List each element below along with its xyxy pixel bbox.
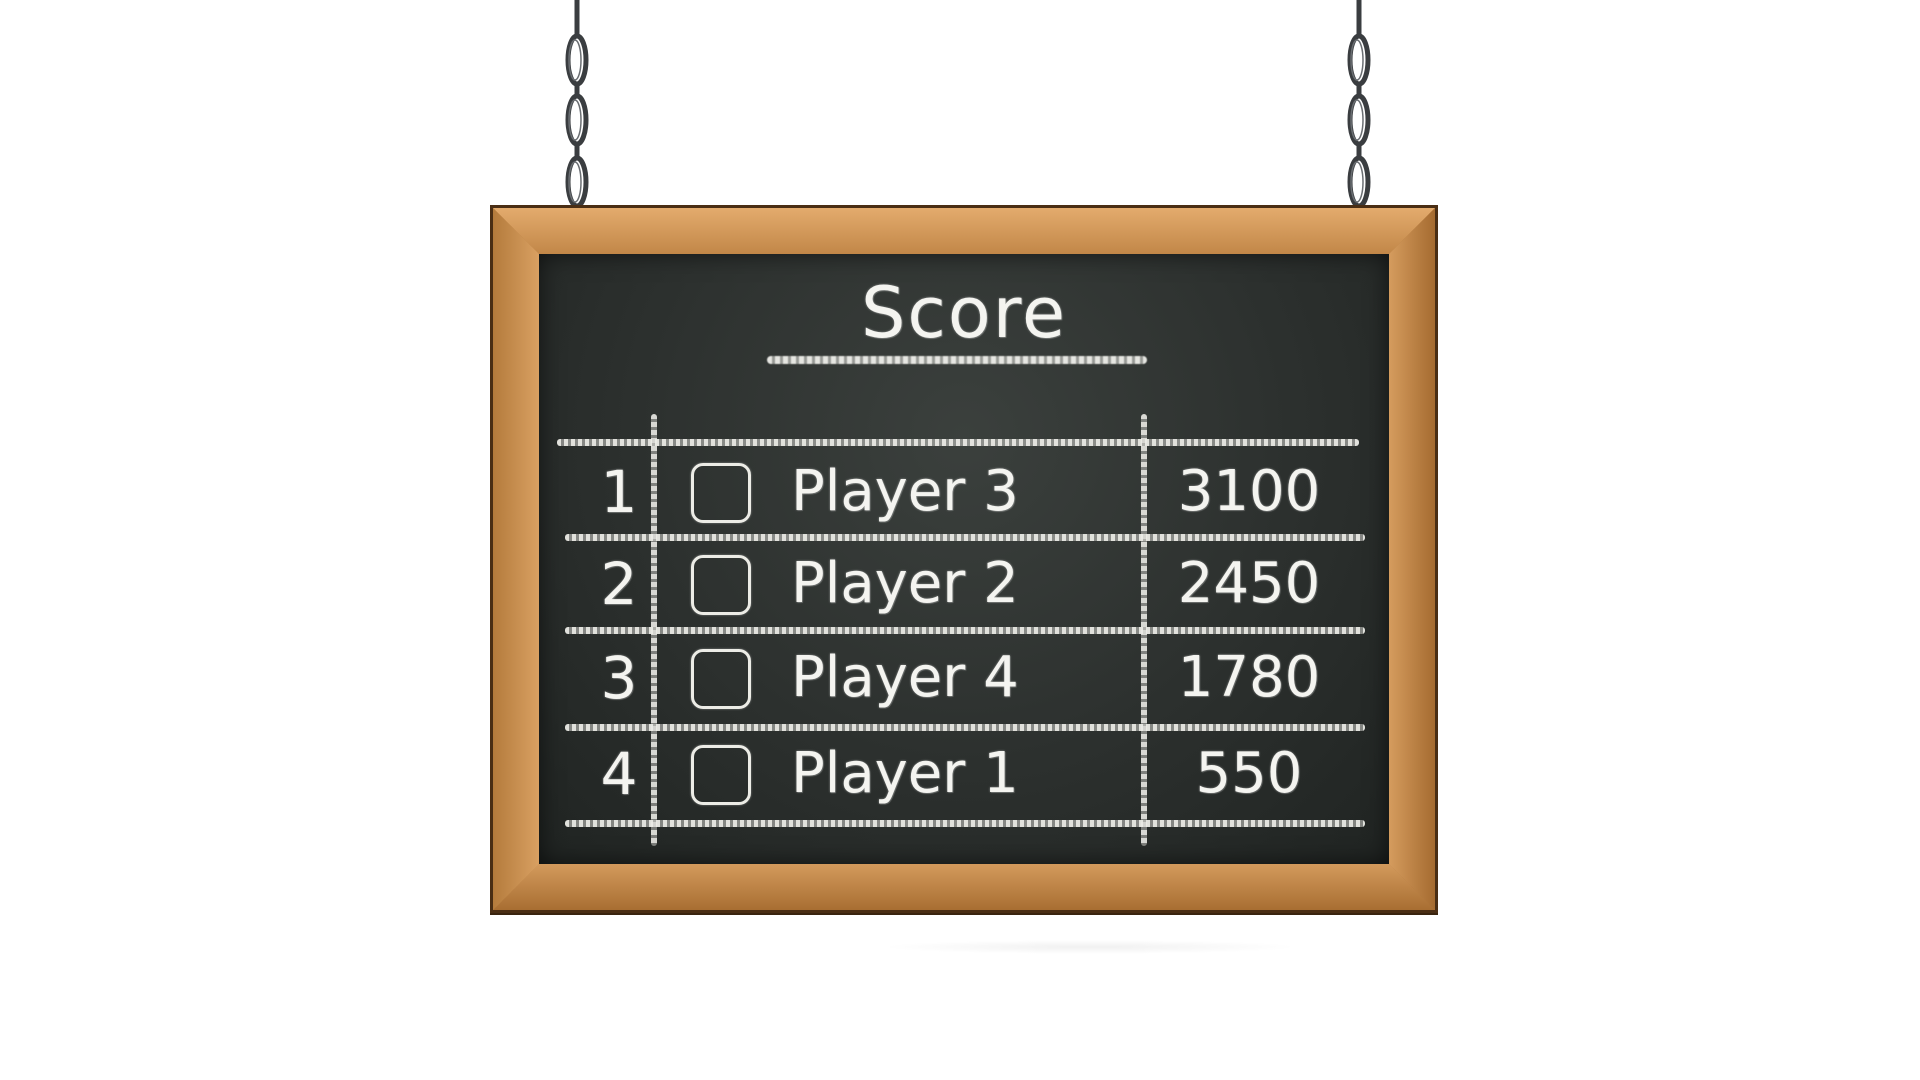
player-name: Player 1: [791, 741, 1019, 806]
player-name: Player 4: [791, 645, 1019, 710]
game-screen: Score 1 Player 3 3100 2 Player 2 2450 3 …: [0, 0, 1920, 1080]
player-score: 3100: [1177, 459, 1321, 524]
player-score: 1780: [1177, 645, 1321, 710]
frame-bevel-right: [1389, 208, 1435, 910]
rank-label: 4: [600, 740, 638, 808]
frame-bevel-left: [493, 208, 539, 910]
player-score: 550: [1195, 741, 1303, 806]
right-chain: [1344, 0, 1374, 210]
player-avatar-box: [691, 555, 751, 615]
player-name: Player 3: [791, 459, 1019, 524]
grid-line-row-4: [565, 820, 1365, 827]
scoreboard-frame: Score 1 Player 3 3100 2 Player 2 2450 3 …: [490, 205, 1438, 913]
score-row: 1 Player 3 3100: [539, 446, 1389, 538]
chalkboard: Score 1 Player 3 3100 2 Player 2 2450 3 …: [539, 254, 1389, 864]
player-score: 2450: [1177, 551, 1321, 616]
player-avatar-box: [691, 463, 751, 523]
player-avatar-box: [691, 649, 751, 709]
frame-bevel-top: [493, 208, 1435, 254]
left-chain: [562, 0, 592, 210]
board-shadow: [880, 940, 1300, 954]
player-name: Player 2: [791, 551, 1019, 616]
title-underline: [767, 356, 1147, 364]
player-avatar-box: [691, 745, 751, 805]
score-row: 3 Player 4 1780: [539, 632, 1389, 724]
scoreboard-title: Score: [860, 272, 1068, 354]
score-row: 2 Player 2 2450: [539, 538, 1389, 630]
frame-bevel-bottom: [493, 864, 1435, 910]
grid-line-top: [557, 439, 1359, 446]
rank-label: 2: [600, 550, 638, 618]
score-row: 4 Player 1 550: [539, 728, 1389, 820]
rank-label: 1: [600, 458, 638, 526]
rank-label: 3: [600, 644, 638, 712]
